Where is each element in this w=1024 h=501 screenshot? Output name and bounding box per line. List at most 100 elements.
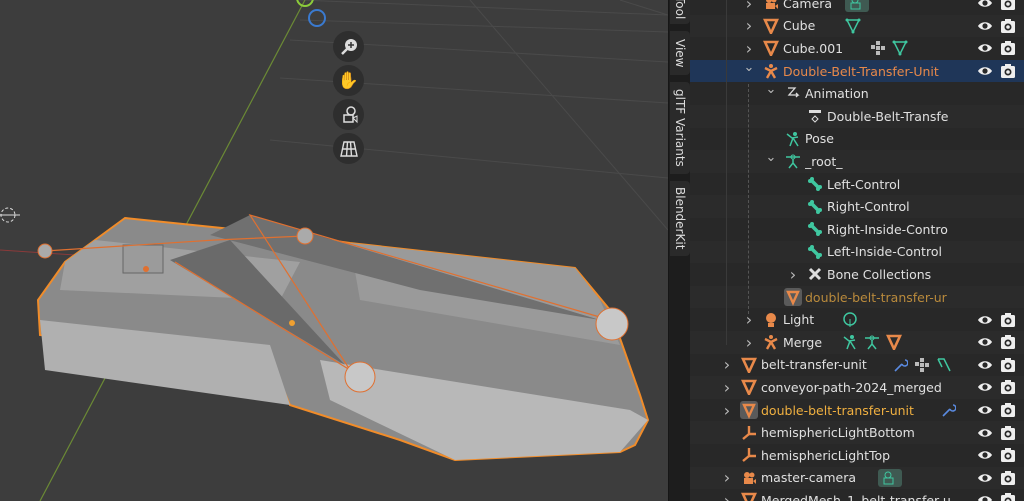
mesh-data-icon[interactable]	[845, 17, 861, 35]
wrench-icon[interactable]	[892, 356, 908, 374]
render-camera-icon[interactable]	[1000, 18, 1016, 34]
chevron-right-icon[interactable]: ›	[787, 265, 799, 284]
outliner-row[interactable]: › double-belt-transfer-unit	[690, 399, 1024, 422]
outliner-row[interactable]: Left-Inside-Control	[690, 240, 1024, 264]
eye-icon[interactable]	[977, 18, 993, 34]
eye-icon[interactable]	[977, 0, 993, 11]
eye-icon[interactable]	[977, 379, 993, 395]
render-camera-icon[interactable]	[1000, 63, 1016, 79]
outliner-row[interactable]: double-belt-transfer-ur	[690, 285, 1024, 309]
render-camera-icon[interactable]	[1000, 40, 1016, 56]
outliner-panel[interactable]: › Camera › Cube › Cube.001 ⌄ Double-Belt-Transf…	[690, 0, 1024, 501]
camera-view-button[interactable]	[333, 99, 364, 130]
outliner-item-label: _root_	[805, 153, 843, 169]
outliner-row[interactable]: › master-camera	[690, 466, 1024, 490]
gizmo-z-handle[interactable]	[308, 9, 326, 27]
eye-icon[interactable]	[977, 492, 993, 501]
mesh-data-icon[interactable]	[892, 39, 908, 57]
eye-icon[interactable]	[977, 402, 993, 418]
outliner-row[interactable]: ⌄ Double-Belt-Transfer-Unit	[690, 60, 1024, 83]
outliner-row[interactable]: Pose	[690, 128, 1024, 151]
outliner-row[interactable]: › conveyor-path-2024_merged	[690, 376, 1024, 399]
render-camera-icon[interactable]	[1000, 379, 1016, 395]
chevron-right-icon[interactable]: ›	[743, 0, 755, 13]
outliner-row[interactable]: ⌄ _root_	[690, 150, 1024, 173]
outliner-row[interactable]: › Light	[690, 308, 1024, 331]
outliner-item-label: double-belt-transfer-ur	[805, 289, 947, 305]
outliner-row[interactable]: › MergedMesh_1_belt-transfer-u	[690, 489, 1024, 501]
outliner-row[interactable]: › Bone Collections	[690, 263, 1024, 286]
outliner-row[interactable]: › Cube	[690, 14, 1024, 38]
eye-icon[interactable]	[977, 40, 993, 56]
outliner-item-label: Cube.001	[783, 40, 844, 56]
render-camera-icon[interactable]	[1000, 334, 1016, 350]
pan-button[interactable]: ✋	[333, 65, 364, 96]
chevron-right-icon[interactable]: ›	[743, 333, 755, 352]
eye-icon[interactable]	[977, 470, 993, 486]
chevron-right-icon[interactable]: ›	[743, 310, 755, 329]
mesh-icon	[740, 378, 758, 396]
pose-icon[interactable]	[842, 333, 858, 351]
eye-icon[interactable]	[977, 63, 993, 79]
mesh-boxed-icon	[784, 288, 802, 307]
chevron-right-icon[interactable]: ›	[721, 491, 733, 501]
eye-icon[interactable]	[977, 334, 993, 350]
outliner-item-label: Cube	[783, 18, 816, 34]
belt-unit-model[interactable]	[36, 213, 650, 462]
render-camera-icon[interactable]	[1000, 425, 1016, 441]
bone-icon	[806, 198, 824, 216]
chevron-down-icon[interactable]: ⌄	[765, 82, 777, 97]
outliner-row[interactable]: › Merge	[690, 331, 1024, 354]
camera-icon	[740, 469, 758, 487]
outliner-row[interactable]: hemisphericLightTop	[690, 444, 1024, 467]
chevron-right-icon[interactable]: ›	[721, 401, 733, 420]
tab-gltf-variants[interactable]: glTF Variants	[670, 82, 690, 174]
tab-tool[interactable]: Tool	[670, 0, 690, 24]
modifier-grid-icon[interactable]	[870, 39, 886, 57]
outliner-row[interactable]: hemisphericLightBottom	[690, 421, 1024, 444]
light-data-icon[interactable]	[842, 311, 858, 329]
outliner-row[interactable]: ⌄ Animation	[690, 82, 1024, 105]
camera-data-icon[interactable]	[845, 0, 869, 13]
chevron-right-icon[interactable]: ›	[721, 468, 733, 487]
outliner-row[interactable]: Double-Belt-Transfe	[690, 105, 1024, 128]
render-camera-icon[interactable]	[1000, 0, 1016, 11]
render-camera-icon[interactable]	[1000, 447, 1016, 463]
armature-data-icon	[784, 152, 802, 170]
vertex-group-icon[interactable]	[936, 356, 952, 374]
zoom-button[interactable]	[333, 31, 364, 62]
armature-data-icon[interactable]	[864, 333, 880, 351]
render-camera-icon[interactable]	[1000, 312, 1016, 328]
chevron-right-icon[interactable]: ›	[721, 355, 733, 374]
eye-icon[interactable]	[977, 357, 993, 373]
camera-data-icon[interactable]	[878, 468, 902, 487]
perspective-toggle-button[interactable]	[333, 133, 364, 164]
outliner-row[interactable]: Right-Inside-Contro	[690, 218, 1024, 241]
tab-blenderkit[interactable]: BlenderKit	[670, 181, 690, 256]
eye-icon[interactable]	[977, 447, 993, 463]
modifier-grid-icon[interactable]	[914, 356, 930, 374]
render-camera-icon[interactable]	[1000, 492, 1016, 501]
tab-view[interactable]: View	[670, 31, 690, 75]
chevron-down-icon[interactable]: ⌄	[743, 60, 755, 75]
chevron-right-icon[interactable]: ›	[721, 378, 733, 397]
outliner-row[interactable]: › Camera	[690, 0, 1024, 15]
render-camera-icon[interactable]	[1000, 357, 1016, 373]
chevron-right-icon[interactable]: ›	[743, 16, 755, 35]
outliner-row[interactable]: › Cube.001	[690, 37, 1024, 60]
mesh-orange-icon[interactable]	[886, 333, 902, 351]
3d-viewport[interactable]: ✋	[0, 0, 668, 501]
armature-icon	[762, 62, 780, 80]
chevron-right-icon[interactable]: ›	[743, 39, 755, 58]
outliner-row[interactable]: Left-Control	[690, 173, 1024, 196]
chevron-down-icon[interactable]: ⌄	[765, 150, 777, 165]
wrench-icon[interactable]	[940, 401, 956, 419]
eye-icon[interactable]	[977, 425, 993, 441]
empty-icon	[740, 424, 758, 442]
eye-icon[interactable]	[977, 312, 993, 328]
mesh-icon	[740, 356, 758, 374]
render-camera-icon[interactable]	[1000, 470, 1016, 486]
render-camera-icon[interactable]	[1000, 402, 1016, 418]
outliner-row[interactable]: › belt-transfer-unit	[690, 354, 1024, 377]
outliner-row[interactable]: Right-Control	[690, 195, 1024, 218]
